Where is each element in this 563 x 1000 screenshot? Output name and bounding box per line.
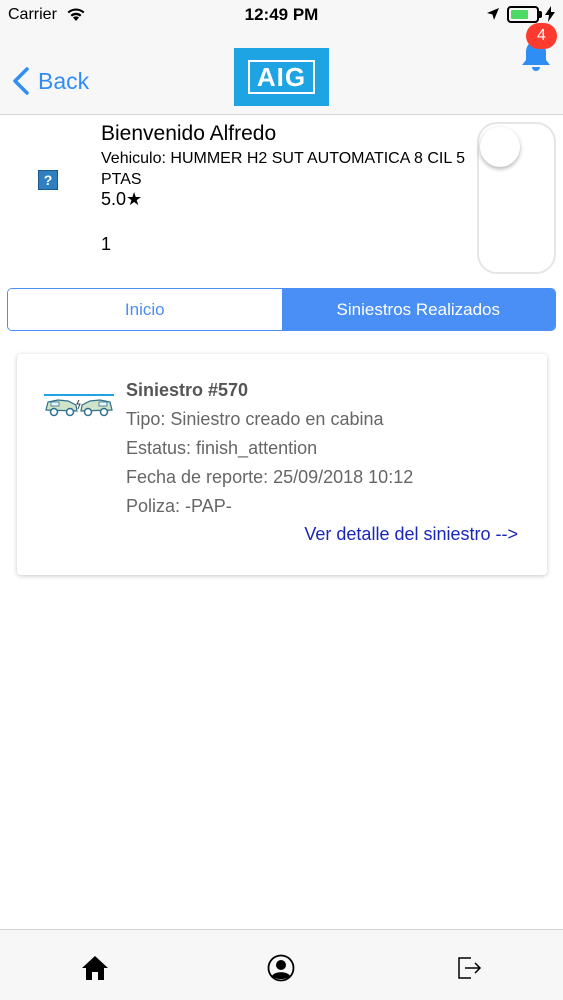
- bottom-tab-bar: [0, 929, 563, 1000]
- battery-fill: [511, 10, 528, 19]
- logo-text: AIG: [247, 60, 316, 94]
- tab-inicio[interactable]: Inicio: [8, 289, 282, 330]
- battery-tip: [539, 11, 542, 18]
- logout-icon[interactable]: [455, 954, 483, 982]
- toggle-knob[interactable]: [480, 127, 520, 167]
- availability-toggle[interactable]: [477, 122, 556, 274]
- tab-siniestros-realizados[interactable]: Siniestros Realizados: [281, 289, 555, 330]
- profile-image-placeholder: ?: [38, 170, 58, 190]
- back-button[interactable]: Back: [10, 66, 89, 96]
- claim-detail-link[interactable]: Ver detalle del siniestro -->: [304, 524, 518, 545]
- claim-card: Siniestro #570 Tipo: Siniestro creado en…: [17, 354, 547, 575]
- car-crash-icon: [44, 394, 114, 417]
- back-label: Back: [38, 67, 90, 94]
- charging-bolt-icon: [545, 6, 555, 22]
- aig-logo: AIG: [234, 48, 329, 106]
- clock: 12:49 PM: [244, 5, 319, 24]
- claims-count: 1: [101, 234, 112, 254]
- battery-icon: [507, 6, 539, 23]
- status-bar: Carrier 12:49 PM: [0, 0, 563, 30]
- location-arrow-icon: [487, 8, 499, 20]
- home-icon[interactable]: [81, 954, 109, 982]
- navigation-bar: Back AIG: [0, 30, 563, 115]
- rating: 5.0★: [101, 189, 143, 209]
- welcome-title: Bienvenido Alfredo: [101, 122, 277, 145]
- claim-fecha: Fecha de reporte: 25/09/2018 10:12: [126, 467, 414, 487]
- segmented-control: Inicio Siniestros Realizados: [7, 288, 556, 331]
- chevron-left-icon: [13, 67, 29, 95]
- claim-estatus: Estatus: finish_attention: [126, 438, 318, 458]
- claim-poliza: Poliza: -PAP-: [126, 496, 232, 516]
- vehicle-info: Vehiculo: HUMMER H2 SUT AUTOMATICA 8 CIL…: [101, 150, 465, 188]
- notification-badge: 4: [526, 23, 557, 49]
- claim-title: Siniestro #570: [126, 380, 249, 400]
- profile-icon[interactable]: [267, 954, 295, 982]
- claim-tipo: Tipo: Siniestro creado en cabina: [126, 409, 384, 429]
